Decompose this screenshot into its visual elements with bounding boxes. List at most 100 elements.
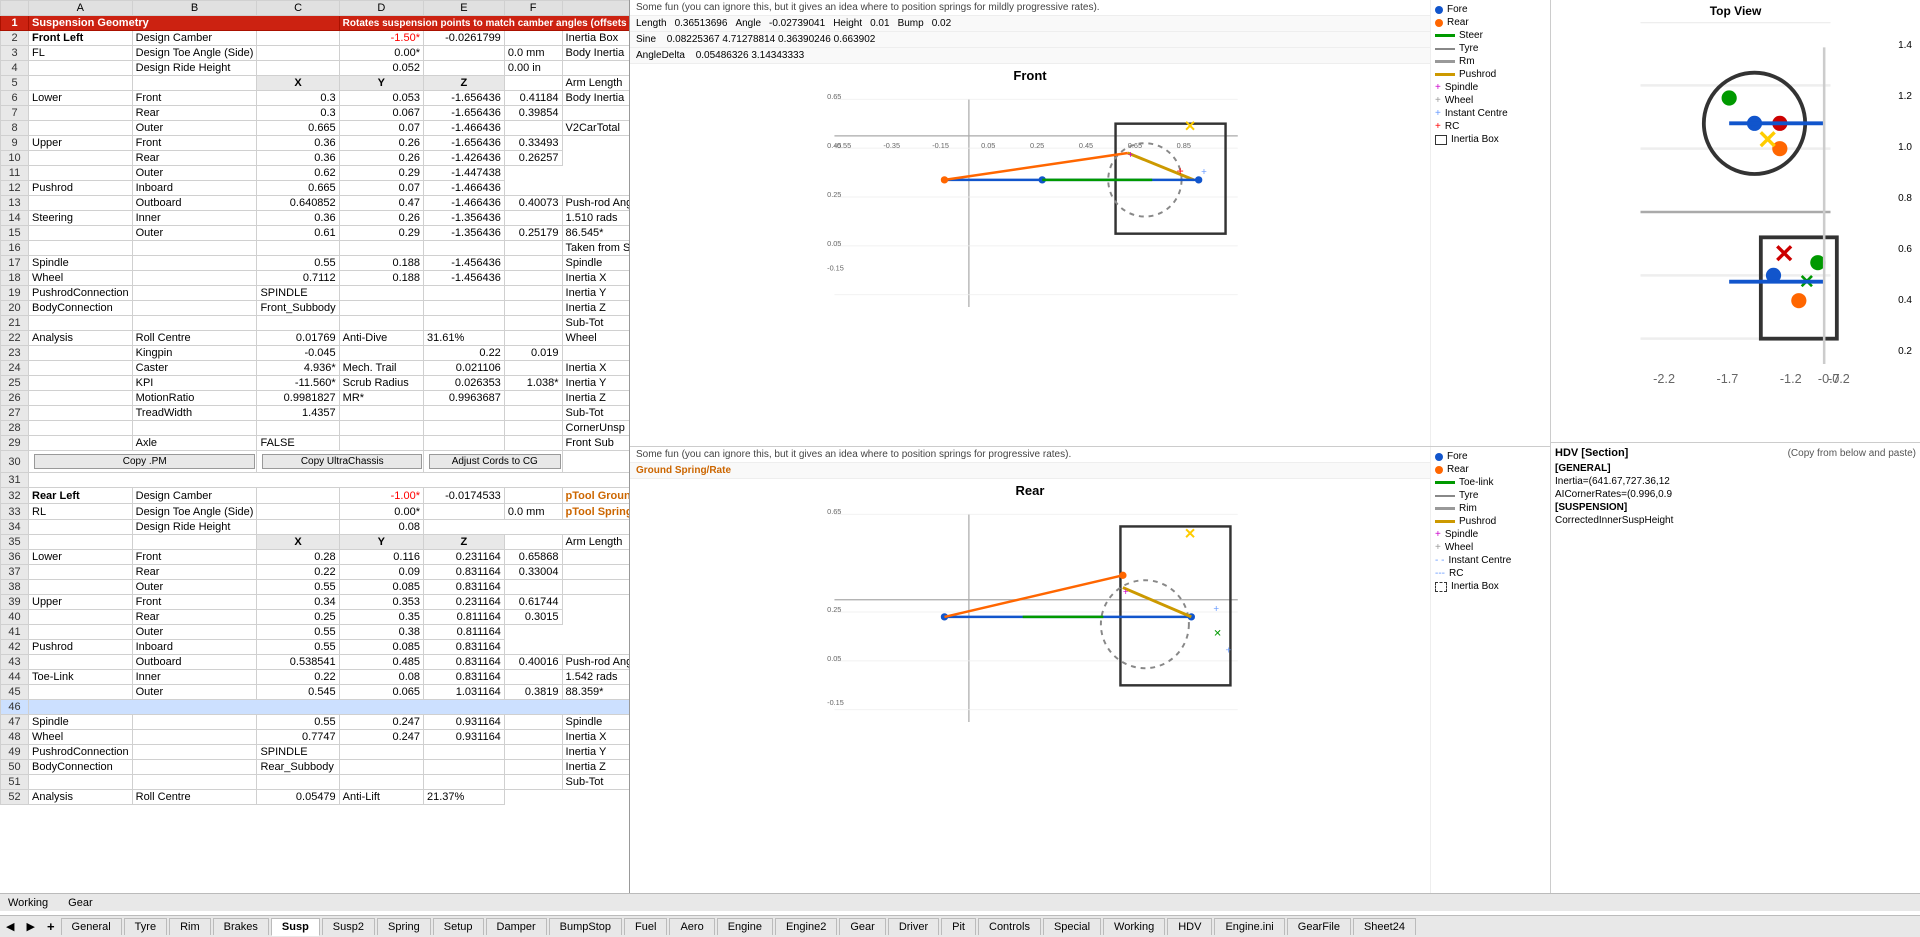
adjust-cords-button[interactable]: Adjust Cords to CG: [429, 454, 561, 469]
cell-30c[interactable]: Copy UltraChassis: [257, 451, 424, 473]
tab-susp[interactable]: Susp: [271, 918, 320, 936]
tab-scroll-left[interactable]: ◀: [0, 918, 20, 935]
cell-30e[interactable]: Adjust Cords to CG: [424, 451, 563, 473]
rear-legend-instant-centre: - -Instant Centre: [1435, 555, 1546, 566]
copy-ultrachassis-button[interactable]: Copy UltraChassis: [262, 454, 422, 469]
tab-aero[interactable]: Aero: [669, 918, 714, 935]
tab-sheet24[interactable]: Sheet24: [1353, 918, 1416, 935]
cell-15a: [29, 226, 133, 241]
cell-39f: 0.61744: [504, 595, 562, 610]
cell-44f: [504, 670, 562, 685]
row-27: 27 TreadWidth 1.4357 Sub-Tot 32.05kg: [1, 406, 630, 421]
cell-25g: Inertia Y: [562, 376, 629, 391]
cell-15c: 0.61: [257, 226, 339, 241]
cell-16c: [257, 241, 339, 256]
cell-26e: 0.9963687: [424, 391, 505, 406]
cell-11d: 0.29: [339, 166, 423, 181]
cell-51c: [257, 775, 339, 790]
row-11: 11 Outer 0.62 0.29 -1.447438: [1, 166, 630, 181]
cell-45d: 0.065: [339, 685, 423, 700]
cell-29a: [29, 436, 133, 451]
cell-23d: [339, 346, 423, 361]
tab-add-button[interactable]: +: [41, 917, 61, 936]
tab-scroll-right[interactable]: ▶: [20, 918, 40, 935]
tab-special[interactable]: Special: [1043, 918, 1101, 935]
cell-48c: 0.7747: [257, 730, 339, 745]
rear-chart-svg: 0.65 0.25 0.05 -0.15 -0.35: [630, 502, 1430, 722]
svg-text:✕: ✕: [1757, 127, 1778, 155]
tab-engine2[interactable]: Engine2: [775, 918, 837, 935]
rear-chart-title: Rear: [630, 479, 1430, 502]
susp-angle-val: -0.02739041: [769, 18, 825, 29]
cell-51b: [132, 775, 257, 790]
cell-7e: -1.656436: [424, 106, 505, 121]
cell-12b: Inboard: [132, 181, 257, 196]
tab-rim[interactable]: Rim: [169, 918, 211, 935]
cell-11a: [29, 166, 133, 181]
cell-50d: [339, 760, 423, 775]
cell-35b: [132, 535, 257, 550]
cell-28c: [257, 421, 339, 436]
col-c: C: [257, 1, 339, 16]
front-chart-legend: Fore Rear Steer Tyre Rm Pushrod +Spindle…: [1430, 0, 1550, 446]
susp-height-val: 0.01: [870, 18, 889, 29]
tab-driver[interactable]: Driver: [888, 918, 939, 935]
grid-wrapper[interactable]: A B C D E F G H I J K: [0, 0, 629, 893]
tab-brakes[interactable]: Brakes: [213, 918, 269, 935]
cell-28e: [424, 421, 505, 436]
susp-height-label: Height: [833, 18, 862, 29]
tab-spring[interactable]: Spring: [377, 918, 431, 935]
row-48: 48 Wheel 0.7747 0.247 0.931164 Inertia X…: [1, 730, 630, 745]
cell-22d: Anti-Dive: [339, 331, 423, 346]
legend-instant-centre: +Instant Centre: [1435, 108, 1546, 119]
tab-controls[interactable]: Controls: [978, 918, 1041, 935]
cell-28a: [29, 421, 133, 436]
cell-23e: 0.22: [424, 346, 505, 361]
tab-damper[interactable]: Damper: [486, 918, 547, 935]
cell-51g: Sub-Tot: [562, 775, 629, 790]
tab-tyre[interactable]: Tyre: [124, 918, 167, 935]
cell-23a: [29, 346, 133, 361]
row-38: 38 Outer 0.55 0.085 0.831164 0.51439526: [1, 580, 630, 595]
copy-pm-button[interactable]: Copy .PM: [34, 454, 255, 469]
cell-28f: [504, 421, 562, 436]
front-chart-svg-container: Front: [630, 64, 1430, 324]
col-g: G: [562, 1, 629, 16]
cell-14d: 0.26: [339, 211, 423, 226]
cell-37a: [29, 565, 133, 580]
col-f: F: [504, 1, 562, 16]
tab-setup[interactable]: Setup: [433, 918, 484, 935]
cell-21e: [424, 316, 505, 331]
cell-35e: Z: [424, 535, 505, 550]
tab-hdv[interactable]: HDV: [1167, 918, 1212, 935]
tab-engine-ini[interactable]: Engine.ini: [1214, 918, 1284, 935]
cell-17f: [504, 256, 562, 271]
susp-sine-label: Sine: [636, 34, 656, 45]
legend-rc: +RC: [1435, 121, 1546, 132]
susp-length-val: 0.36513696: [675, 18, 728, 29]
tab-gearfile[interactable]: GearFile: [1287, 918, 1351, 935]
row-5: 5 X Y Z Arm Length Box2Better* 1.3 4: [1, 76, 630, 91]
title-cell: Suspension Geometry: [29, 16, 340, 31]
rear-legend-rear: Rear: [1435, 464, 1546, 475]
cell-18f: [504, 271, 562, 286]
tab-pit[interactable]: Pit: [941, 918, 976, 935]
rear-chart-main: Some fun (you can ignore this, but it gi…: [630, 447, 1430, 893]
cell-30a[interactable]: Copy .PM: [29, 451, 257, 473]
tab-general[interactable]: General: [61, 918, 122, 935]
cell-5a: [29, 76, 133, 91]
tab-gear[interactable]: Gear: [839, 918, 885, 935]
tab-fuel[interactable]: Fuel: [624, 918, 667, 935]
tab-bumpstop[interactable]: BumpStop: [549, 918, 622, 935]
cell-29e: [424, 436, 505, 451]
row-4: 4 Design Ride Height 0.052 0.00 in: [1, 61, 630, 76]
tab-susp2[interactable]: Susp2: [322, 918, 375, 935]
tab-working[interactable]: Working: [1103, 918, 1165, 935]
cell-34d: 0.08: [339, 520, 423, 535]
cell-34c: [257, 520, 339, 535]
svg-text:0.85: 0.85: [1177, 141, 1191, 150]
tab-engine[interactable]: Engine: [717, 918, 773, 935]
cell-29d: [339, 436, 423, 451]
cell-22a: Analysis: [29, 331, 133, 346]
cell-44d: 0.08: [339, 670, 423, 685]
